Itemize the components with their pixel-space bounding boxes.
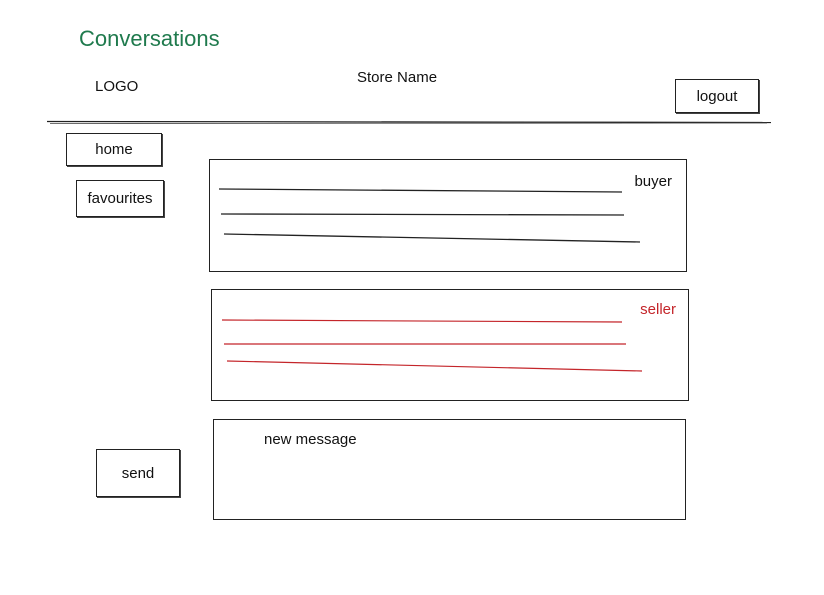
seller-message: seller [211, 289, 689, 401]
logout-button[interactable]: logout [675, 79, 759, 113]
sidebar-item-home[interactable]: home [66, 133, 162, 166]
new-message-input[interactable]: new message [213, 419, 686, 520]
seller-message-lines [221, 319, 643, 372]
buyer-label: buyer [634, 173, 672, 190]
logo: LOGO [95, 78, 139, 95]
page-title: Conversations [79, 26, 220, 51]
sidebar-item-favourites[interactable]: favourites [76, 180, 164, 217]
buyer-message: buyer [209, 159, 687, 272]
new-message-placeholder: new message [264, 431, 357, 448]
buyer-message-lines [218, 188, 641, 243]
header-divider [47, 120, 771, 124]
store-name: Store Name [357, 69, 438, 86]
seller-label: seller [640, 301, 676, 318]
send-button[interactable]: send [96, 449, 180, 497]
